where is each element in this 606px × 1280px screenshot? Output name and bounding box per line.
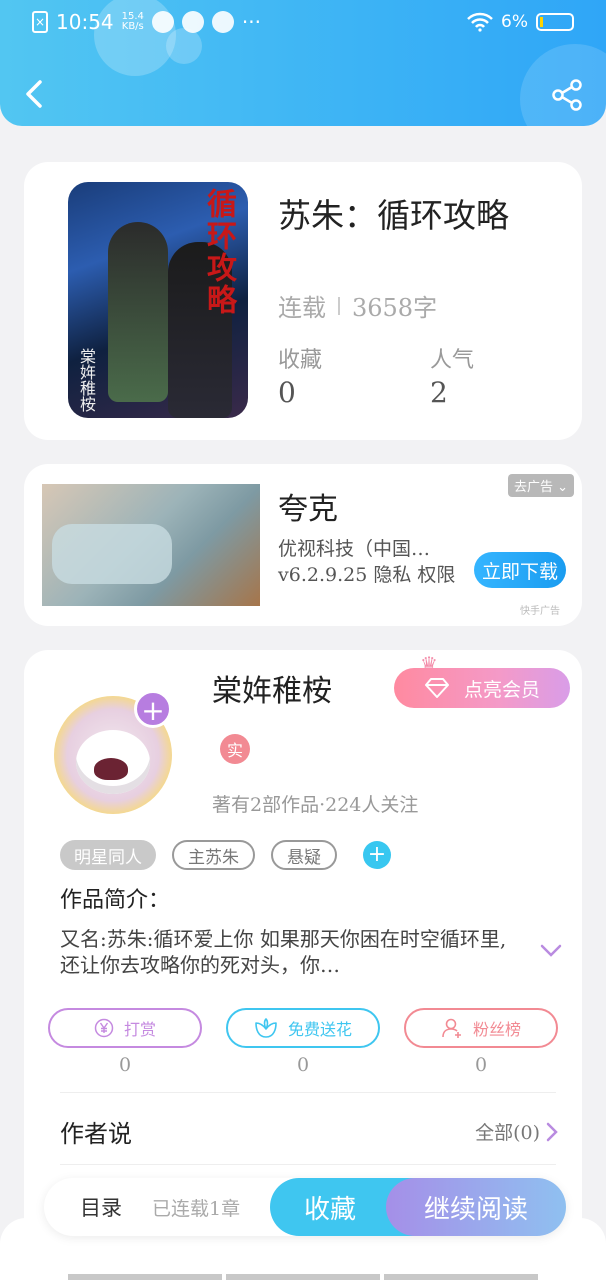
ad-version[interactable]: v6.2.9.25 隐私 权限 [278, 560, 458, 587]
collect-button-label: 收藏 [303, 1194, 356, 1225]
reward-count: 0 [118, 1054, 132, 1076]
book-meta: 连载 3658字 [278, 288, 437, 323]
cover-author: 棠姩稚桉 [77, 348, 96, 412]
wifi-icon [467, 12, 493, 32]
send-flower-button[interactable]: 免费送花 [226, 1008, 380, 1048]
meta-divider [338, 296, 340, 315]
app-notification-icon: × [32, 11, 48, 33]
collect-count: 0 [278, 376, 296, 409]
author-name[interactable]: 棠姩稚桉 [212, 666, 332, 710]
add-tag-button[interactable]: + [363, 841, 391, 869]
avatar-mouth [94, 758, 128, 780]
follow-button[interactable]: + [134, 690, 172, 728]
popularity-count: 2 [430, 376, 448, 409]
compass-icon [211, 11, 234, 33]
chevron-right-icon [546, 1122, 558, 1141]
share-button[interactable] [550, 78, 584, 112]
battery-percent: 6% [501, 12, 528, 32]
ad-download-button[interactable]: 立即下载 [474, 552, 566, 588]
intro-text: 又名:苏朱:循环爱上你 如果那天你困在时空循环里,还让你去攻略你的死对头，你… [60, 927, 507, 977]
cover-figure [108, 222, 168, 402]
send-flower-label: 免费送花 [287, 1020, 352, 1039]
author-said-title: 作者说 [60, 1120, 132, 1148]
remove-ad-button[interactable]: 去广告 ⌄ [507, 474, 574, 497]
word-count: 3658字 [352, 294, 438, 322]
reward-button[interactable]: 打赏 [48, 1008, 202, 1048]
flower-icon [255, 1018, 277, 1038]
ad-title: 夸克 [278, 492, 338, 527]
author-said-all-link[interactable]: 全部(0) [475, 1118, 558, 1145]
divider [60, 1092, 556, 1093]
ad-developer: 优视科技（中国… [278, 538, 431, 560]
action-row: 打赏 免费送花 粉丝榜 0 0 0 [48, 1008, 558, 1076]
author-said-all-label: 全部(0) [475, 1122, 540, 1144]
book-cover[interactable]: 循环攻略 棠姩稚桉 [68, 182, 248, 418]
expand-icon[interactable] [540, 944, 562, 958]
app-header: × 10:54 15.4 KB/s ··· 6% [0, 0, 606, 126]
network-speed: 15.4 KB/s [121, 11, 144, 32]
fan-ranking-label: 粉丝榜 [472, 1020, 521, 1039]
diamond-icon [424, 678, 449, 698]
popularity-label: 人气 [430, 348, 475, 373]
fan-ranking-button[interactable]: 粉丝榜 [404, 1008, 558, 1048]
collect-label: 收藏 [278, 348, 323, 373]
ad-image[interactable] [42, 484, 260, 606]
back-button[interactable] [20, 76, 50, 112]
divider [60, 1164, 556, 1165]
fan-count: 0 [474, 1054, 488, 1076]
music-icon [181, 11, 204, 33]
bottom-strips [68, 1274, 538, 1280]
ad-image-detail [52, 524, 172, 584]
fan-icon [151, 11, 174, 33]
tag-item[interactable]: 主苏朱 [172, 840, 255, 870]
battery-icon [536, 13, 574, 31]
vip-button-label: 点亮会员 [463, 678, 540, 701]
intro-title: 作品简介： [60, 888, 171, 913]
toc-button[interactable]: 目录 [80, 1192, 122, 1222]
reward-label: 打赏 [123, 1020, 156, 1039]
yen-icon [94, 1018, 114, 1038]
verified-badge: 实 [220, 734, 250, 764]
continue-reading-button[interactable]: 继续阅读 [386, 1178, 566, 1236]
author-stats: 著有2部作品·224人关注 [212, 794, 419, 816]
ad-card[interactable]: 夸克 优视科技（中国… v6.2.9.25 隐私 权限 去广告 ⌄ 立即下载 快… [24, 464, 582, 626]
vip-button[interactable]: 点亮会员 [394, 668, 570, 708]
tag-item[interactable]: 明星同人 [60, 840, 156, 870]
flower-count: 0 [296, 1054, 310, 1076]
more-notifications: ··· [241, 10, 261, 34]
ad-source: 快手广告 [520, 606, 560, 617]
status-time: 10:54 [56, 10, 114, 34]
book-title: 苏朱：循环攻略 [278, 196, 509, 235]
chapter-progress: 已连载1章 [152, 1198, 241, 1220]
bottom-action-bar: 目录 已连载1章 收藏 继续阅读 [44, 1178, 566, 1236]
book-status: 连载 [278, 294, 326, 322]
chevron-down-icon: ⌄ [557, 480, 568, 495]
status-bar: × 10:54 15.4 KB/s ··· 6% [0, 0, 606, 46]
cover-title: 循环攻略 [201, 188, 236, 316]
book-info-card: 循环攻略 棠姩稚桉 苏朱：循环攻略 连载 3658字 收藏 0 人气 2 [24, 162, 582, 440]
tag-item[interactable]: 悬疑 [271, 840, 337, 870]
tag-list: 明星同人 主苏朱 悬疑 + [60, 840, 391, 870]
user-icon [442, 1018, 461, 1038]
remove-ad-label: 去广告 [513, 480, 553, 495]
